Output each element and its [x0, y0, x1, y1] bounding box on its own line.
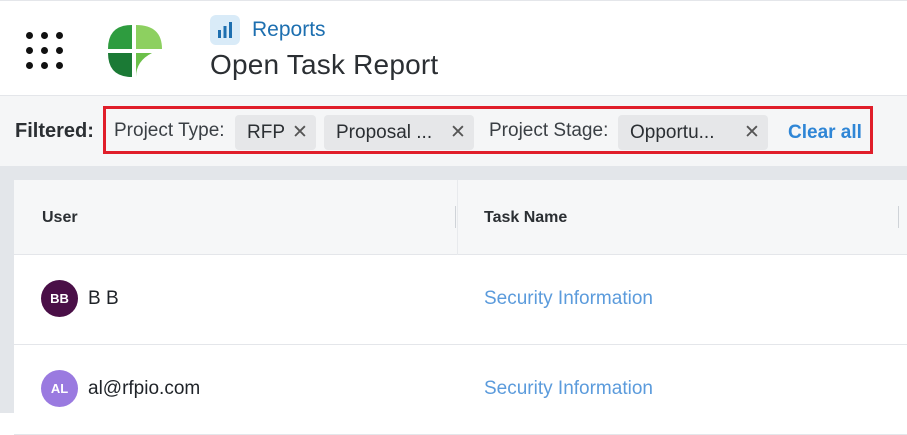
filter-chip-opportunity[interactable]: Opportu... ✕ — [618, 115, 768, 150]
filtered-label: Filtered: — [15, 120, 94, 142]
task-link[interactable]: Security Information — [484, 255, 653, 343]
filter-label-project-type: Project Type: — [114, 120, 225, 141]
apps-grid-icon[interactable] — [26, 32, 64, 70]
table-row[interactable]: BB B B Security Information — [14, 255, 907, 345]
task-table: User Task Name BB B B Security Informati… — [14, 180, 907, 435]
filter-bar: Filtered: Project Type: RFP ✕ Proposal .… — [0, 96, 907, 166]
user-name: al@rfpio.com — [88, 378, 201, 399]
chip-label: Proposal ... — [336, 122, 433, 143]
clear-all-button[interactable]: Clear all — [788, 118, 862, 148]
column-header-user[interactable]: User — [42, 180, 78, 255]
company-logo — [108, 25, 162, 77]
user-name: B B — [88, 288, 119, 309]
filter-chip-proposal[interactable]: Proposal ... ✕ — [324, 115, 474, 150]
column-divider — [457, 180, 458, 255]
avatar: AL — [41, 370, 78, 407]
table-header: User Task Name — [14, 180, 907, 255]
app-header: Reports Open Task Report — [0, 0, 907, 96]
avatar: BB — [41, 280, 78, 317]
close-icon[interactable]: ✕ — [292, 115, 308, 150]
page-title: Open Task Report — [210, 49, 439, 80]
content-area: User Task Name BB B B Security Informati… — [0, 166, 907, 435]
column-header-task-name[interactable]: Task Name — [484, 180, 567, 255]
filter-chip-rfp[interactable]: RFP ✕ — [235, 115, 316, 150]
bar-chart-icon — [210, 15, 240, 45]
table-row[interactable]: AL al@rfpio.com Security Information — [14, 345, 907, 435]
chip-label: Opportu... — [630, 122, 715, 143]
column-resize-handle[interactable] — [455, 206, 456, 228]
task-link[interactable]: Security Information — [484, 345, 653, 433]
chip-label: RFP — [247, 122, 285, 143]
close-icon[interactable]: ✕ — [744, 115, 760, 150]
column-resize-handle[interactable] — [898, 206, 899, 228]
filter-label-project-stage: Project Stage: — [489, 120, 609, 141]
breadcrumb-reports[interactable]: Reports — [252, 15, 326, 45]
close-icon[interactable]: ✕ — [450, 115, 466, 150]
